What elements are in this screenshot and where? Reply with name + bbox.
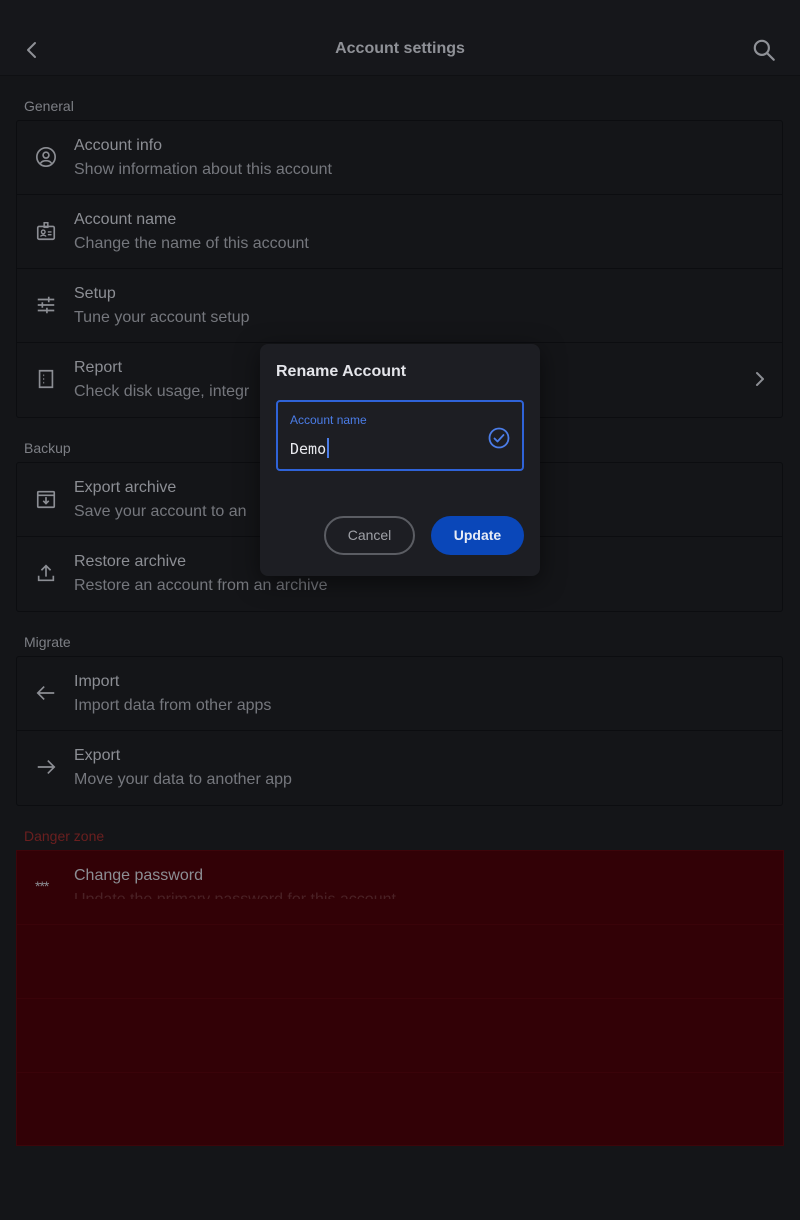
field-label: Account name bbox=[290, 413, 367, 427]
migrate-card: Import Import data from other apps Expor… bbox=[16, 656, 783, 806]
item-subtitle: Update the primary password for this acc… bbox=[74, 891, 396, 899]
item-title: Export archive bbox=[74, 479, 177, 496]
item-title: Import bbox=[74, 673, 120, 690]
danger-row[interactable] bbox=[17, 1073, 783, 1147]
item-title: Change password bbox=[74, 867, 203, 884]
danger-row[interactable] bbox=[17, 999, 783, 1073]
export-item[interactable]: Export Move your data to another app bbox=[17, 731, 782, 805]
field-value[interactable]: Demo bbox=[290, 440, 326, 458]
tune-icon bbox=[37, 296, 55, 314]
update-button[interactable]: Update bbox=[431, 516, 524, 555]
arrow-left-icon bbox=[36, 685, 55, 701]
chevron-right-icon bbox=[756, 372, 764, 386]
password-icon: *** bbox=[35, 878, 49, 894]
item-title: Setup bbox=[74, 285, 116, 302]
item-title: Restore archive bbox=[74, 553, 187, 570]
arrow-right-icon bbox=[37, 759, 56, 775]
item-title: Account name bbox=[74, 211, 177, 228]
item-title: Report bbox=[74, 359, 123, 376]
account-name-field[interactable]: Account name Demo bbox=[276, 400, 524, 471]
item-subtitle: Check disk usage, integr bbox=[74, 383, 250, 400]
section-label-migrate: Migrate bbox=[24, 634, 71, 650]
text-caret bbox=[327, 438, 330, 458]
item-subtitle: Tune your account setup bbox=[74, 309, 250, 326]
check-circle-icon bbox=[488, 427, 510, 449]
change-password-item[interactable]: *** Change password Update the primary p… bbox=[17, 851, 783, 925]
item-subtitle: Move your data to another app bbox=[74, 771, 292, 788]
item-subtitle: Save your account to an bbox=[74, 503, 247, 520]
item-title: Account info bbox=[74, 137, 163, 154]
import-item[interactable]: Import Import data from other apps bbox=[17, 657, 782, 731]
search-icon[interactable] bbox=[751, 37, 777, 63]
dialog-title: Rename Account bbox=[276, 363, 407, 380]
archive-icon bbox=[36, 490, 56, 509]
setup-item[interactable]: Setup Tune your account setup bbox=[17, 269, 782, 343]
upload-icon bbox=[37, 564, 55, 582]
page-title: Account settings bbox=[335, 40, 465, 57]
section-label-backup: Backup bbox=[24, 440, 71, 456]
account-name-item[interactable]: Account name Change the name of this acc… bbox=[17, 195, 782, 269]
section-label-general: General bbox=[24, 98, 74, 114]
item-title: Export bbox=[74, 747, 121, 764]
account-info-item[interactable]: Account info Show information about this… bbox=[17, 121, 782, 195]
danger-row[interactable] bbox=[17, 925, 783, 999]
danger-card: *** Change password Update the primary p… bbox=[16, 850, 784, 1146]
item-subtitle: Change the name of this account bbox=[74, 235, 309, 252]
item-subtitle: Show information about this account bbox=[74, 161, 332, 178]
report-icon bbox=[38, 369, 54, 389]
section-label-danger: Danger zone bbox=[24, 828, 105, 844]
account-circle-icon bbox=[36, 147, 56, 167]
rename-account-dialog: Rename Account Account name Demo Cancel … bbox=[260, 344, 540, 576]
top-app-bar: Account settings bbox=[0, 0, 800, 76]
item-subtitle: Import data from other apps bbox=[74, 697, 272, 714]
badge-icon bbox=[36, 222, 56, 241]
cancel-button[interactable]: Cancel bbox=[324, 516, 415, 555]
item-subtitle: Restore an account from an archive bbox=[74, 577, 328, 594]
field-value-wrap[interactable]: Demo bbox=[290, 438, 330, 458]
